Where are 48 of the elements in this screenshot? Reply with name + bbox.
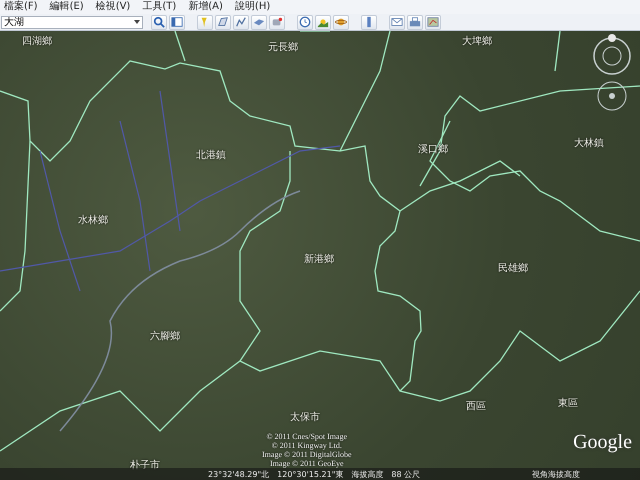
google-logo: Google	[573, 431, 632, 454]
copyright-text: © 2011 Cnes/Spot Image	[266, 432, 348, 441]
menu-item[interactable]: 新增(A)	[188, 0, 223, 14]
place-label: 北港鎮	[196, 148, 226, 162]
place-label: 大林鎮	[574, 136, 604, 150]
map-icon	[427, 16, 439, 28]
longitude-text: 120°30'15.21"東	[277, 468, 344, 480]
place-label: 民雄鄉	[498, 262, 528, 275]
menu-item[interactable]: 檢視(V)	[96, 0, 130, 14]
elevation-value: 88 公尺	[391, 468, 420, 480]
email-button[interactable]	[389, 14, 405, 30]
elevation-label: 海拔高度	[351, 468, 384, 480]
place-label: 大埤鄉	[462, 34, 492, 48]
copyright-text: Image © 2011 GeoEye	[270, 459, 344, 468]
latitude-text: 23°32'48.29"北	[208, 468, 270, 480]
place-label: 太保市	[290, 410, 320, 424]
planet-icon	[335, 16, 347, 28]
clock-button[interactable]	[297, 14, 313, 30]
email-icon	[391, 16, 403, 28]
place-label: 水林鄉	[78, 214, 108, 227]
place-label: 朴子市	[130, 458, 160, 472]
place-label: 元長鄉	[268, 40, 298, 54]
clock-icon	[299, 16, 311, 28]
print-button[interactable]	[407, 14, 423, 30]
search-icon	[153, 16, 165, 28]
place-label: 六腳鄉	[150, 330, 180, 343]
map-button[interactable]	[425, 14, 441, 30]
polygon-icon	[217, 16, 229, 28]
menu-item[interactable]: 檔案(F)	[4, 0, 38, 14]
sidebar-icon	[171, 16, 183, 28]
menu-item[interactable]: 工具(T)	[142, 0, 176, 14]
eye-altitude-label: 視角海拔高度	[532, 468, 580, 480]
place-label: 四湖鄉	[22, 34, 52, 48]
polygon-button[interactable]	[215, 14, 231, 30]
path-button[interactable]	[233, 14, 249, 30]
print-icon	[409, 16, 421, 28]
copyright-text: © 2011 Kingway Ltd.	[272, 441, 342, 450]
place-label: 西區	[466, 400, 486, 413]
place-label: 東區	[558, 396, 578, 410]
search-button[interactable]	[151, 14, 167, 30]
sidebar-button[interactable]	[169, 14, 185, 30]
path-icon	[235, 16, 247, 28]
menu-item[interactable]: 編輯(E)	[50, 0, 84, 14]
sunrise-button[interactable]	[315, 14, 331, 30]
menu-item[interactable]: 說明(H)	[234, 0, 270, 14]
copyright-text: Image © 2011 DigitalGlobe	[262, 450, 352, 459]
place-label: 新港鄉	[304, 252, 334, 266]
planet-button[interactable]	[333, 14, 349, 30]
